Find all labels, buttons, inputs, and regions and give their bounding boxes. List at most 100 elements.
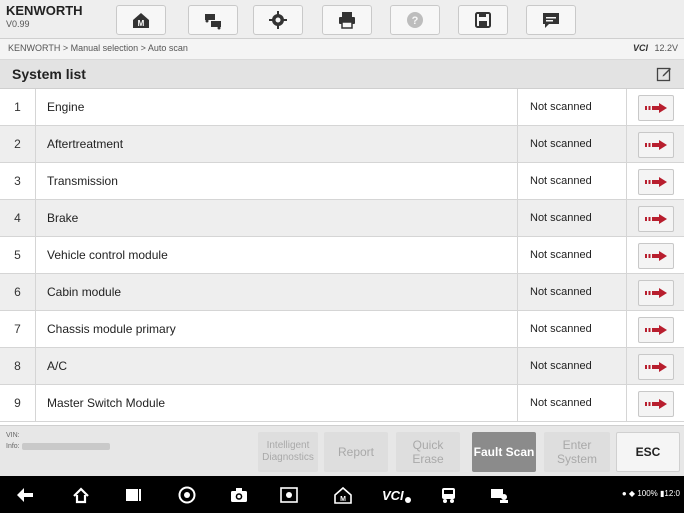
vehicle-swap-button[interactable] [188,5,238,35]
redacted-info [21,442,110,450]
diagnostics-home-button[interactable]: M [332,484,354,506]
home-nav-icon [73,487,89,504]
recent-apps-icon [126,489,141,501]
wifi-icon: ◆ [628,489,636,498]
camera-button[interactable] [228,484,250,506]
enter-system-arrow-button[interactable] [638,169,674,195]
row-number: 3 [0,163,36,199]
back-icon [17,488,33,502]
edit-icon[interactable] [656,66,672,82]
home-icon: M [133,13,149,28]
browser-icon [178,486,196,504]
system-list-title: System list [12,66,86,82]
system-list: 1 Engine Not scanned 2 Aftertreatment Not sca… [0,89,684,431]
quick-erase-button[interactable]: Quick Erase [396,432,460,472]
vin-label: VIN: [6,432,20,439]
system-row[interactable]: 7 Chassis module primary Not scanned [0,311,684,348]
gear-icon [269,11,287,29]
enter-system-arrow-button[interactable] [638,391,674,417]
svg-text:M: M [138,19,145,28]
system-name: Brake [47,211,79,225]
system-name: Engine [47,100,85,114]
screen-brightness-button[interactable] [278,484,300,506]
system-row[interactable]: 8 A/C Not scanned [0,348,684,385]
system-row[interactable]: 6 Cabin module Not scanned [0,274,684,311]
arrow-right-icon [645,325,667,335]
help-button[interactable]: ? [390,5,440,35]
arrow-right-icon [645,140,667,150]
clock: 12:0 [664,489,680,498]
svg-text:?: ? [412,15,419,27]
vehicle-swap-icon [205,14,221,30]
esc-button[interactable]: ESC [616,432,680,472]
enter-system-arrow-button[interactable] [638,317,674,343]
vci-icon: VCI [382,488,411,503]
scan-status: Not scanned [517,348,627,384]
vin-info: VIN: Info: [6,430,110,452]
enter-system-arrow-button[interactable] [638,132,674,158]
system-row[interactable]: 1 Engine Not scanned [0,89,684,126]
fault-scan-button[interactable]: Fault Scan [472,432,536,472]
function-bar: VIN: Info: Intelligent Diagnostics Repor… [0,425,684,477]
battery-percent: 100% [637,489,658,498]
intelligent-diagnostics-button[interactable]: Intelligent Diagnostics [258,432,318,472]
arrow-right-icon [645,288,667,298]
system-row[interactable]: 3 Transmission Not scanned [0,163,684,200]
scan-status: Not scanned [517,89,627,125]
system-name: Chassis module primary [47,322,176,336]
browser-button[interactable] [176,484,198,506]
enter-system-arrow-button[interactable] [638,206,674,232]
truck-icon [442,488,455,503]
row-number: 5 [0,237,36,273]
settings-button[interactable] [253,5,303,35]
scan-status: Not scanned [517,237,627,273]
top-toolbar: KENWORTH V0.99 M ? [0,0,684,39]
vci-button[interactable]: VCI [382,484,412,506]
row-number: 9 [0,385,36,421]
maxisys-home-icon: M [334,486,352,504]
breadcrumb-bar: KENWORTH > Manual selection > Auto scan … [0,39,684,60]
enter-system-button[interactable]: Enter System [544,432,610,472]
message-button[interactable] [526,5,576,35]
row-number: 4 [0,200,36,236]
android-nav-bar: M VCI ● ◆ 100% ▮12:0 [0,476,684,513]
recent-apps-button[interactable] [122,484,144,506]
svg-text:M: M [340,496,346,503]
system-row[interactable]: 2 Aftertreatment Not scanned [0,126,684,163]
scan-status: Not scanned [517,385,627,421]
enter-system-arrow-button[interactable] [638,280,674,306]
scan-status: Not scanned [517,200,627,236]
software-version: V0.99 [6,19,30,29]
enter-system-arrow-button[interactable] [638,95,674,121]
location-icon: ● [621,489,627,498]
arrow-right-icon [645,362,667,372]
vci-status: VCI [632,43,648,53]
home-nav-button[interactable] [70,484,92,506]
system-name: Master Switch Module [47,396,166,410]
printer-icon [339,12,355,29]
arrow-right-icon [645,177,667,187]
report-button[interactable]: Report [324,432,388,472]
scan-status: Not scanned [517,126,627,162]
row-number: 6 [0,274,36,310]
save-icon [475,12,491,28]
system-name: Aftertreatment [47,137,124,151]
brand-block: KENWORTH V0.99 [6,4,83,29]
scan-status: Not scanned [517,163,627,199]
home-button[interactable]: M [116,5,166,35]
enter-system-arrow-button[interactable] [638,354,674,380]
remote-expert-button[interactable] [488,484,510,506]
scan-status: Not scanned [517,274,627,310]
battery-voltage: 12.2V [654,43,678,53]
system-row[interactable]: 4 Brake Not scanned [0,200,684,237]
system-row[interactable]: 5 Vehicle control module Not scanned [0,237,684,274]
info-label: Info: [6,443,20,450]
truck-diagnostics-button[interactable] [438,484,460,506]
back-button[interactable] [14,484,36,506]
help-icon: ? [407,12,423,28]
print-button[interactable] [322,5,372,35]
system-row[interactable]: 9 Master Switch Module Not scanned [0,385,684,422]
save-button[interactable] [458,5,508,35]
brand-title: KENWORTH [6,3,83,18]
enter-system-arrow-button[interactable] [638,243,674,269]
